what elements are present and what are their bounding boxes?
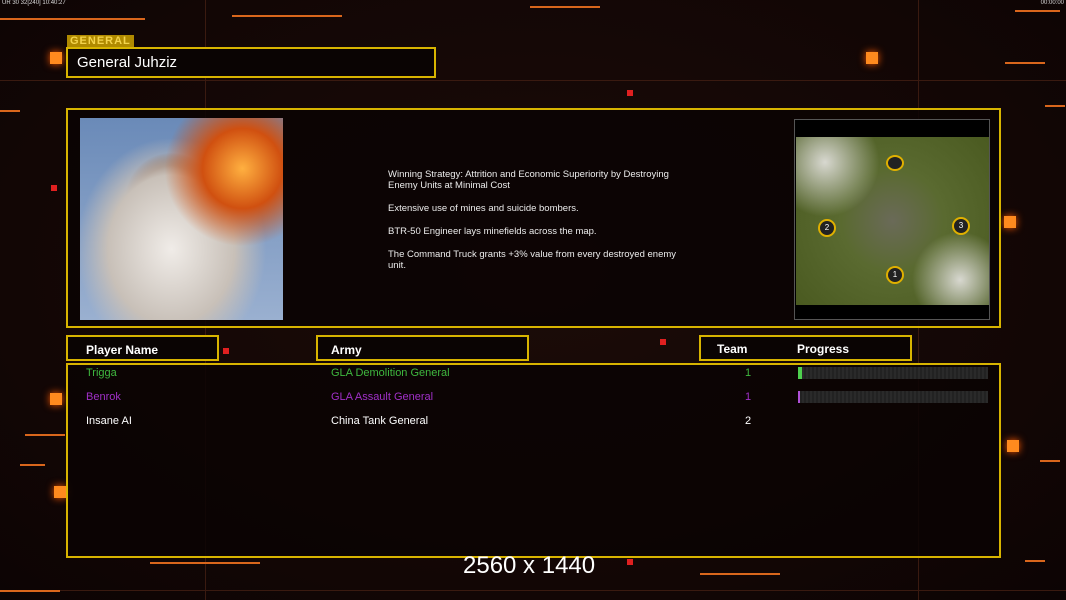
player-name: Benrok — [86, 391, 121, 403]
description-line: The Command Truck grants +3% value from … — [388, 249, 677, 271]
general-tag: GENERAL — [67, 35, 134, 47]
general-portrait — [80, 118, 283, 320]
map-marker: 1 — [886, 266, 904, 284]
hud-stats: UR 30 32[240] 10:40:27 — [2, 0, 66, 6]
general-description: Winning Strategy: Attrition and Economic… — [388, 169, 708, 283]
column-header-progress: Progress — [797, 342, 850, 356]
column-header-army: Army — [316, 335, 529, 361]
player-team: 2 — [745, 415, 752, 427]
player-name: Trigga — [86, 367, 117, 379]
map-marker-empty — [886, 155, 904, 171]
map-marker: 3 — [952, 217, 970, 235]
player-army: GLA Demolition General — [331, 367, 450, 379]
resolution-label: 2560 x 1440 — [463, 552, 596, 579]
map-preview: 1 2 3 — [794, 119, 990, 320]
general-name: General Juhziz — [66, 47, 436, 78]
description-line: Winning Strategy: Attrition and Economic… — [388, 169, 669, 191]
map-marker: 2 — [818, 219, 836, 237]
progress-bar — [798, 367, 988, 379]
column-header-team: Team — [717, 342, 748, 356]
progress-bar — [798, 391, 988, 403]
hud-timer: 00:00:00 — [1040, 0, 1064, 6]
player-team: 1 — [745, 391, 752, 403]
description-line: Extensive use of mines and suicide bombe… — [388, 203, 579, 214]
player-name: Insane AI — [86, 415, 132, 427]
column-header-player: Player Name — [66, 335, 219, 361]
player-army: China Tank General — [331, 415, 429, 427]
player-team: 1 — [745, 367, 752, 379]
description-line: BTR-50 Engineer lays minefields across t… — [388, 226, 597, 237]
column-header-team-progress: Team Progress — [699, 335, 912, 361]
player-army: GLA Assault General — [331, 391, 434, 403]
